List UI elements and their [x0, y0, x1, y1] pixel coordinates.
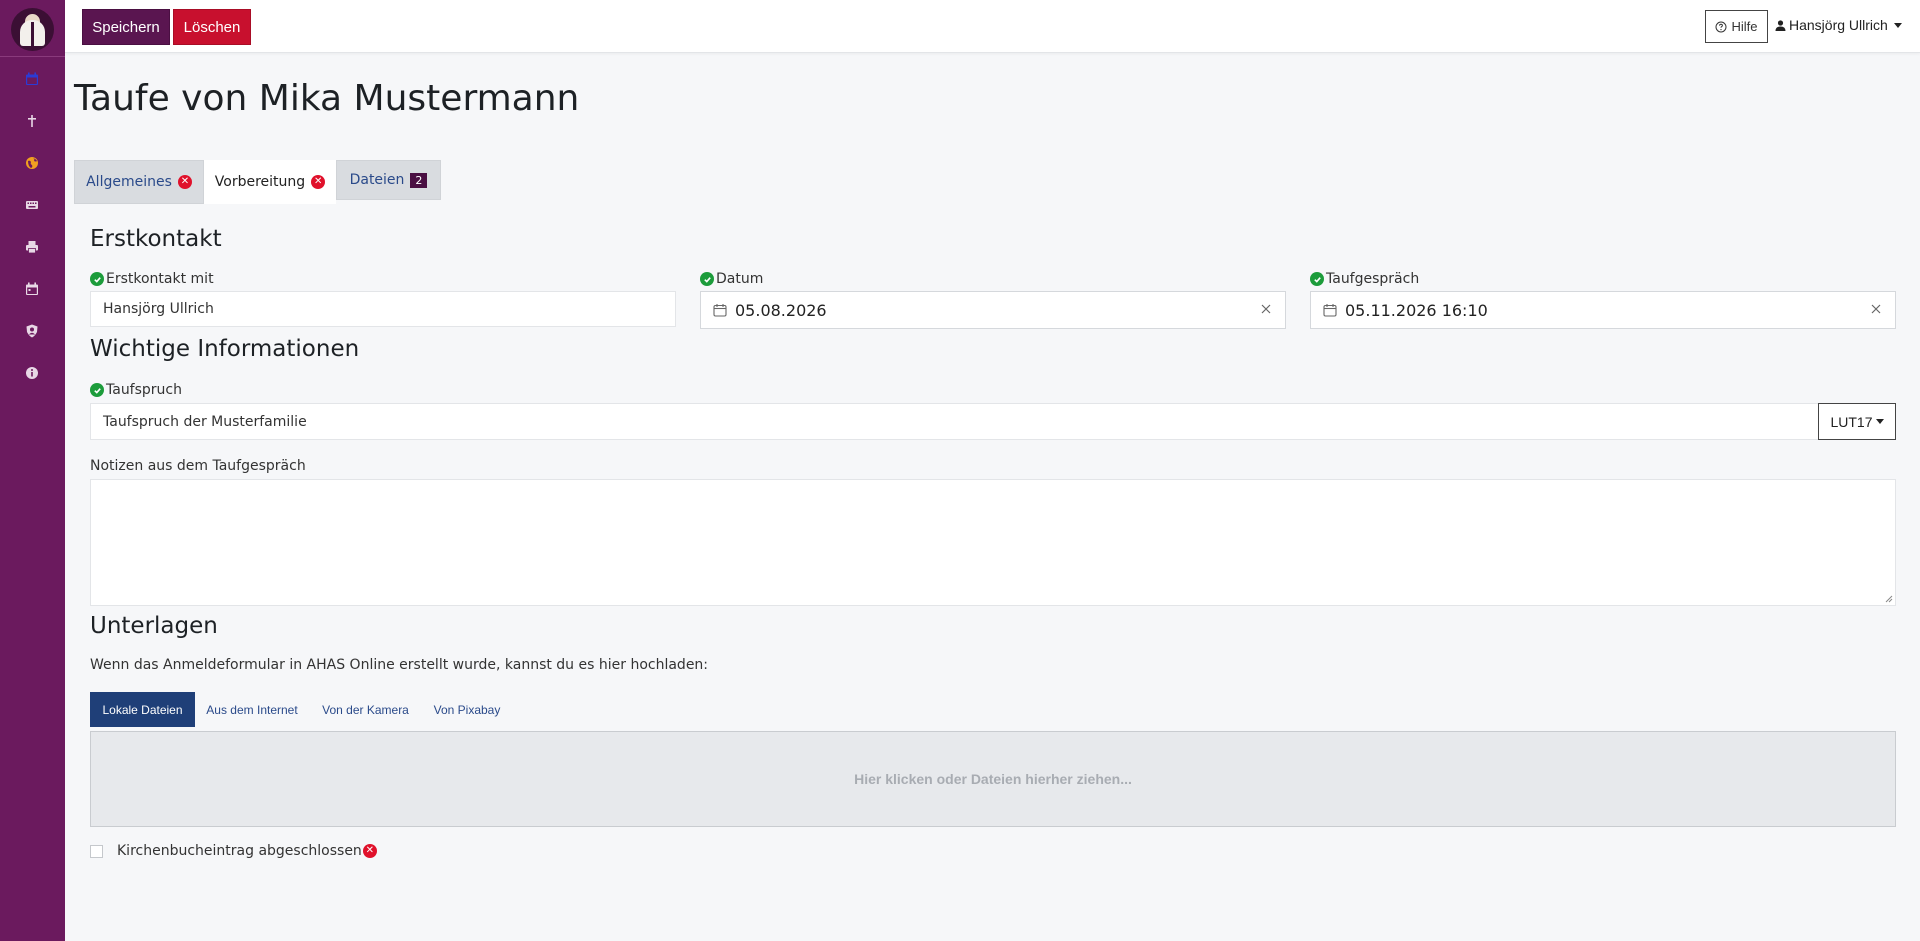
label-taufgespraech: Taufgespräch: [1310, 271, 1419, 287]
error-icon: ✕: [311, 175, 326, 189]
kirchenbuch-row: Kirchenbucheintrag abgeschlossen ✕: [90, 843, 377, 859]
delete-button[interactable]: Löschen: [173, 9, 251, 45]
bible-version-label: LUT17: [1830, 413, 1873, 430]
calendar-icon[interactable]: [22, 279, 42, 299]
calendar-icon: [713, 304, 727, 317]
upload-hint: Wenn das Anmeldeformular in AHAS Online …: [90, 657, 709, 673]
check-circle-icon: [700, 272, 714, 286]
kirchenbuch-label: Kirchenbucheintrag abgeschlossen: [117, 843, 362, 859]
tab-allgemeines[interactable]: Allgemeines ✕: [74, 160, 204, 204]
save-button[interactable]: Speichern: [82, 9, 170, 45]
section-heading-unterlagen: Unterlagen: [90, 613, 218, 639]
label-notizen: Notizen aus dem Taufgespräch: [90, 458, 306, 474]
upload-tab-internet[interactable]: Aus dem Internet: [197, 692, 307, 727]
section-heading-erstkontakt: Erstkontakt: [90, 226, 222, 252]
caret-down-icon: [1875, 419, 1884, 424]
tab-label: Vorbereitung: [214, 174, 306, 190]
taufspruch-field[interactable]: Taufspruch der Musterfamilie: [90, 403, 1819, 440]
user-icon: [1775, 19, 1786, 31]
clear-icon[interactable]: [1259, 302, 1273, 316]
cross-icon[interactable]: [22, 111, 42, 131]
printer-icon[interactable]: [22, 237, 42, 257]
question-circle-icon: [1715, 21, 1727, 32]
globe-icon[interactable]: [22, 153, 42, 173]
taufgespraech-value: 05.11.2026 16:10: [1345, 300, 1488, 320]
calendar-icon: [1323, 304, 1337, 317]
tab-label: Dateien: [349, 172, 405, 188]
tab-label: Allgemeines: [86, 174, 172, 190]
erstkontakt-mit-field[interactable]: Hansjörg Ullrich: [90, 291, 676, 327]
clear-icon[interactable]: [1869, 302, 1883, 316]
section-heading-wichtige-informationen: Wichtige Informationen: [90, 336, 360, 362]
label-datum: Datum: [700, 271, 763, 287]
top-bar: [65, 0, 1920, 53]
help-label: Hilfe: [1731, 19, 1758, 34]
sidebar: [0, 0, 65, 941]
app-logo[interactable]: [11, 8, 54, 51]
help-button[interactable]: Hilfe: [1705, 10, 1768, 43]
upload-tab-camera[interactable]: Von der Kamera: [313, 692, 418, 727]
taufgespraech-field[interactable]: 05.11.2026 16:10: [1310, 291, 1896, 329]
sidebar-divider: [0, 56, 65, 57]
label-erstkontakt-mit: Erstkontakt mit: [90, 271, 214, 287]
check-circle-icon: [90, 272, 104, 286]
check-circle-icon: [90, 383, 104, 397]
user-name: Hansjörg Ullrich: [1789, 17, 1888, 33]
error-icon: ✕: [362, 844, 377, 858]
notizen-textarea[interactable]: [90, 479, 1896, 606]
calendar-check-icon[interactable]: [22, 69, 42, 89]
bible-version-dropdown[interactable]: LUT17: [1818, 403, 1896, 440]
tab-vorbereitung[interactable]: Vorbereitung ✕: [204, 160, 336, 204]
check-circle-icon: [1310, 272, 1324, 286]
caret-down-icon: [1893, 22, 1902, 28]
upload-dropzone[interactable]: Hier klicken oder Dateien hierher ziehen…: [90, 731, 1896, 827]
kirchenbuch-checkbox[interactable]: [90, 844, 103, 858]
datum-value: 05.08.2026: [735, 300, 827, 320]
file-count-badge: 2: [410, 172, 428, 188]
label-taufspruch: Taufspruch: [90, 382, 182, 398]
page-title: Taufe von Mika Mustermann: [74, 78, 580, 119]
user-shield-icon[interactable]: [22, 321, 42, 341]
datum-field[interactable]: 05.08.2026: [700, 291, 1286, 329]
user-menu[interactable]: Hansjörg Ullrich: [1775, 17, 1902, 33]
keyboard-icon[interactable]: [22, 195, 42, 215]
upload-tab-local[interactable]: Lokale Dateien: [90, 692, 195, 727]
error-icon: ✕: [177, 175, 192, 189]
resize-handle-icon[interactable]: [1885, 595, 1893, 603]
upload-tab-pixabay[interactable]: Von Pixabay: [422, 692, 512, 727]
tab-dateien[interactable]: Dateien 2: [336, 160, 441, 200]
info-icon[interactable]: [22, 363, 42, 383]
